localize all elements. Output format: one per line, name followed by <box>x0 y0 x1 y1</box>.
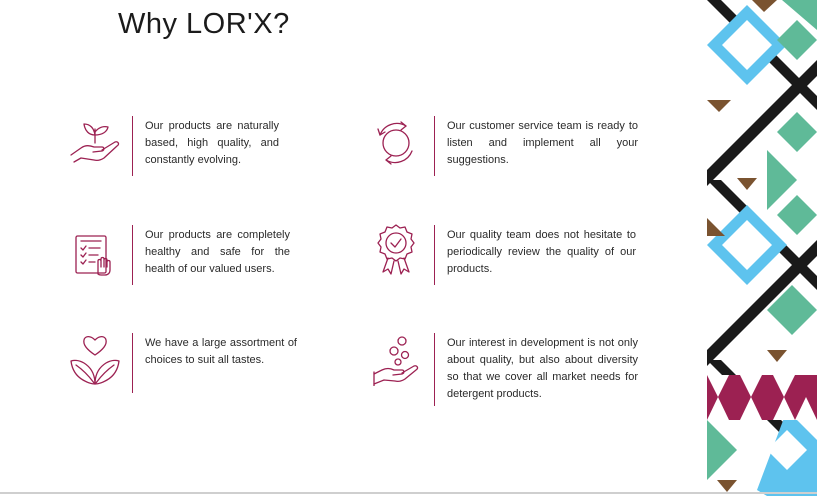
feature-text: Our quality team does not hesitate to pe… <box>447 229 636 275</box>
feature-text: Our interest in development is not only … <box>447 337 638 400</box>
slide: Why LOR'X? Our products are naturally ba… <box>0 0 817 496</box>
plant-in-hand-icon <box>68 113 124 169</box>
page-title: Why LOR'X? <box>118 8 290 40</box>
feature-divider <box>132 333 133 393</box>
feature-divider <box>434 225 435 285</box>
feature-text: We have a large assortment of choices to… <box>145 337 297 366</box>
feature-text: Our products are completely healthy and … <box>145 229 290 275</box>
feature-divider <box>434 333 435 406</box>
checklist-icon <box>68 222 124 278</box>
feature-divider <box>132 225 133 285</box>
feature-divider <box>132 116 133 176</box>
feature-text: Our customer service team is ready to li… <box>447 120 638 166</box>
heart-leaves-icon <box>68 330 124 386</box>
decorative-pattern <box>707 0 817 496</box>
feature-text: Our products are naturally based, high q… <box>145 120 279 166</box>
feature-divider <box>434 116 435 176</box>
quality-badge-icon <box>370 222 426 278</box>
refresh-cycle-icon <box>370 113 426 169</box>
bottom-divider <box>0 492 817 494</box>
hand-bubbles-icon <box>370 330 426 386</box>
